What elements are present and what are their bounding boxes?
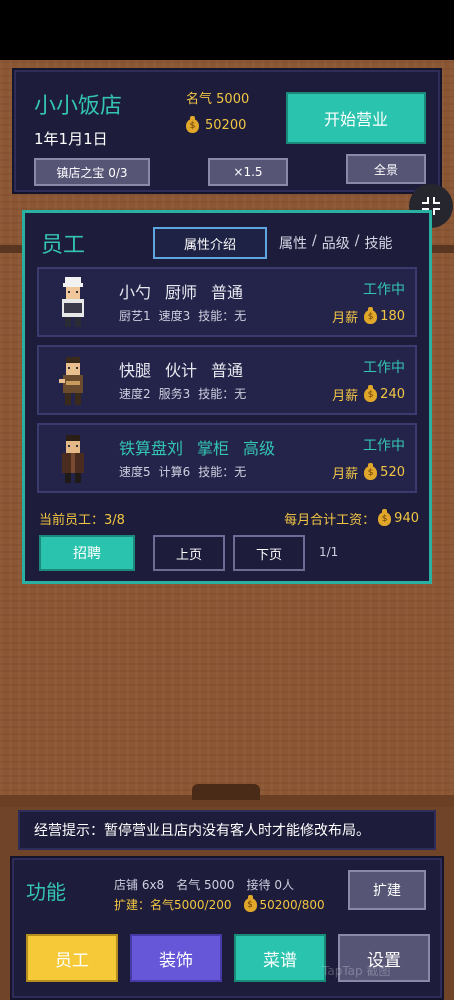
shop-reception: 接待 0人: [246, 878, 294, 892]
staff-role: 掌柜: [197, 439, 230, 458]
expand-fame-requirement: 扩建：名气5000/200: [114, 898, 232, 912]
staff-salary: 月薪 180: [332, 306, 405, 326]
staff-name: 快腿: [119, 361, 152, 380]
game-date: 1年1月1日: [34, 130, 108, 148]
staff-header: 铁算盘刘 掌柜 高级: [119, 435, 275, 459]
tab-attribute[interactable]: 属性: [279, 233, 307, 253]
current-staff-count: 当前员工：3/8: [39, 513, 125, 528]
money-bag-icon: [378, 508, 392, 526]
business-tip: 经营提示：暂停营业且店内没有客人时才能修改布局。: [18, 810, 436, 850]
page-indicator: 1/1: [319, 545, 339, 559]
staff-stats: 速度2 服务3 技能：无: [119, 385, 246, 402]
staff-stat: 技能：无: [198, 309, 247, 323]
staff-stat: 速度2: [119, 387, 151, 401]
salary-label: 月薪: [332, 389, 359, 404]
staff-header: 小勺 厨师 普通: [119, 279, 243, 303]
staff-grade: 普通: [211, 283, 244, 302]
chef-avatar-icon: [62, 277, 84, 327]
attribute-tabs: 属性 / 品级 / 技能: [279, 233, 392, 253]
manager-avatar-icon: [62, 435, 84, 483]
money-display: 50200: [186, 115, 247, 133]
staff-grade: 普通: [211, 361, 244, 380]
hire-button[interactable]: 招聘: [39, 535, 135, 571]
total-wage-value: 940: [394, 511, 419, 526]
salary-value: 520: [380, 465, 405, 480]
tab-separator: /: [312, 233, 317, 249]
staff-list: 小勺 厨师 普通 厨艺1 速度3 技能：无 工作中 月薪 180: [37, 267, 417, 501]
staff-role: 伙计: [165, 361, 198, 380]
staff-stats: 速度5 计算6 技能：无: [119, 463, 246, 480]
staff-salary: 月薪 240: [332, 384, 405, 404]
staff-grade: 高级: [243, 439, 276, 458]
function-title: 功能: [26, 880, 66, 904]
total-wage-label: 每月合计工资：: [284, 513, 376, 528]
staff-stats: 厨艺1 速度3 技能：无: [119, 307, 246, 324]
tab-menu[interactable]: 菜谱: [234, 934, 326, 982]
fame-value: 5000: [216, 92, 250, 107]
staff-stat: 厨艺1: [119, 309, 151, 323]
money-bag-icon: [243, 894, 257, 912]
shop-size: 店铺 6x8: [114, 878, 165, 892]
counter-decoration: [192, 784, 260, 800]
salary-value: 240: [380, 387, 405, 402]
salary-label: 月薪: [332, 467, 359, 482]
start-business-button[interactable]: 开始营业: [286, 92, 426, 144]
total-monthly-wage: 每月合计工资： 940: [284, 508, 419, 528]
shop-fame: 名气 5000: [176, 878, 235, 892]
fame-label: 名气: [186, 92, 213, 107]
tab-decoration[interactable]: 装饰: [130, 934, 222, 982]
money-bag-icon: [364, 462, 378, 480]
panorama-button[interactable]: 全景: [346, 154, 426, 184]
salary-value: 180: [380, 309, 405, 324]
watermark: TapTap 截图: [322, 964, 391, 978]
shop-info-panel: 小小饭店 1年1月1日 名气 5000 50200 开始营业 镇店之宝 0/3 …: [14, 70, 440, 192]
speed-button[interactable]: ×1.5: [208, 158, 288, 186]
staff-card-manager[interactable]: 铁算盘刘 掌柜 高级 速度5 计算6 技能：无 工作中 月薪 520: [37, 423, 417, 493]
attribute-intro-button[interactable]: 属性介绍: [153, 227, 267, 259]
expand-money-requirement: 50200/800: [259, 897, 325, 912]
tab-skill[interactable]: 技能: [364, 233, 392, 253]
waiter-avatar-icon: [59, 357, 83, 405]
staff-card-waiter[interactable]: 快腿 伙计 普通 速度2 服务3 技能：无 工作中 月薪 240: [37, 345, 417, 415]
staff-stat: 计算6: [158, 465, 191, 479]
staff-card-chef[interactable]: 小勺 厨师 普通 厨艺1 速度3 技能：无 工作中 月薪 180: [37, 267, 417, 337]
status-bar: [0, 0, 454, 60]
money-bag-icon: [364, 384, 378, 402]
money-bag-icon: [364, 306, 378, 324]
salary-label: 月薪: [332, 311, 359, 326]
staff-status: 工作中: [363, 282, 405, 298]
expand-requirements: 扩建：名气5000/200 50200/800: [114, 894, 325, 913]
staff-stat: 速度3: [158, 309, 191, 323]
staff-status: 工作中: [363, 438, 405, 454]
shop-name: 小小饭店: [34, 94, 123, 119]
staff-stat: 服务3: [158, 387, 191, 401]
staff-name: 铁算盘刘: [119, 439, 184, 458]
money-value: 50200: [205, 118, 247, 133]
staff-stat: 技能：无: [198, 465, 247, 479]
prev-page-button[interactable]: 上页: [153, 535, 225, 571]
staff-header: 快腿 伙计 普通: [119, 357, 243, 381]
staff-salary: 月薪 520: [332, 462, 405, 482]
tab-separator: /: [354, 233, 360, 249]
tab-grade[interactable]: 品级: [322, 233, 350, 253]
staff-name: 小勺: [119, 283, 152, 302]
tab-staff[interactable]: 员工: [26, 934, 118, 982]
staff-stat: 速度5: [119, 465, 151, 479]
next-page-button[interactable]: 下页: [233, 535, 305, 571]
expand-button[interactable]: 扩建: [348, 870, 426, 910]
fame-display: 名气 5000: [186, 88, 249, 107]
staff-stat: 技能：无: [198, 387, 247, 401]
staff-title: 员工: [41, 233, 86, 258]
treasure-button[interactable]: 镇店之宝 0/3: [34, 158, 150, 186]
staff-panel: 员工 属性介绍 属性 / 品级 / 技能 小勺 厨师 普通 厨艺1 速度3 技能…: [22, 210, 432, 584]
shop-stats-line: 店铺 6x8 名气 5000 接待 0人: [114, 876, 294, 893]
money-bag-icon: [186, 115, 199, 133]
staff-status: 工作中: [363, 360, 405, 376]
staff-role: 厨师: [165, 283, 198, 302]
